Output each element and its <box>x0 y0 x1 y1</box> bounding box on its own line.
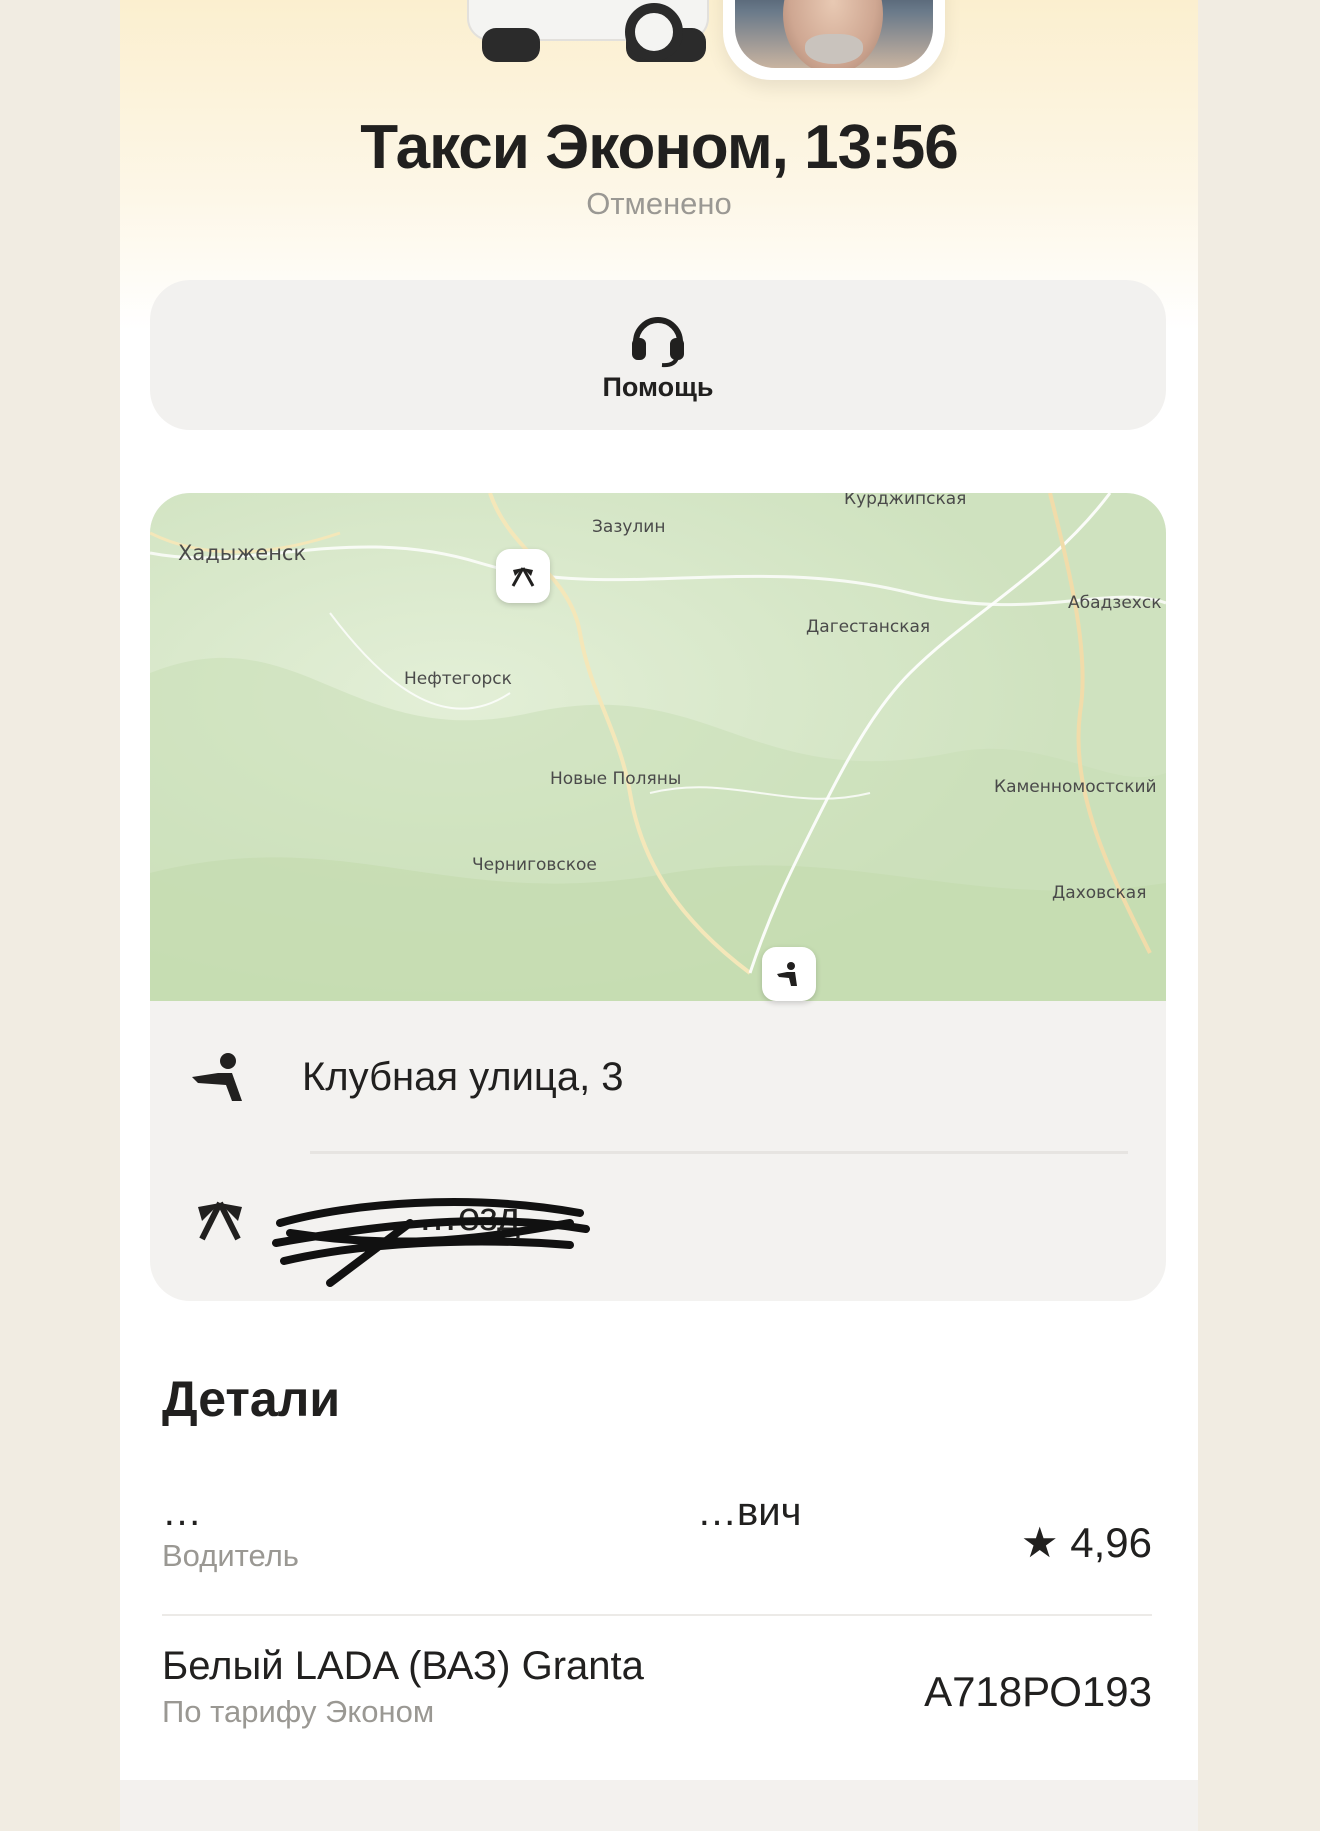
order-status: Отменено <box>586 186 732 221</box>
map-pin-pickup[interactable] <box>762 947 816 1001</box>
driver-avatar <box>723 0 945 80</box>
car-row[interactable]: Белый LADA (ВАЗ) Granta По тарифу Эконом… <box>162 1644 1152 1774</box>
map-label-kurdzhipskaya: Курджипская <box>844 493 967 509</box>
details-divider <box>162 1614 1152 1616</box>
order-title: Такси Эконом, 13:56 <box>360 113 958 182</box>
driver-name-redacted: … …вич <box>162 1490 862 1540</box>
finish-flags-icon <box>198 1201 242 1241</box>
car-illustration <box>467 0 709 62</box>
car-tariff: По тарифу Эконом <box>162 1694 435 1729</box>
redaction-scribble <box>272 1198 590 1287</box>
order-details-screen: Такси Эконом, 13:56 Отменено Помощь Курд… <box>120 0 1198 1780</box>
pickup-stop[interactable]: Клубная улица, 3 <box>150 1013 1166 1143</box>
map-label-zazulin: Зазулин <box>592 517 666 537</box>
pickup-address: Клубная улица, 3 <box>302 1055 624 1099</box>
driver-row[interactable]: … …вич Водитель ★ 4,96 <box>162 1490 1152 1630</box>
driver-beard <box>805 34 863 64</box>
driver-rating: ★ 4,96 <box>1020 1519 1152 1566</box>
map-label-dagestanskaya: Дагестанская <box>806 617 931 637</box>
car-plate: А718РО193 <box>924 1668 1152 1715</box>
map-label-kamennomostsky: Каменномостский <box>994 777 1157 797</box>
map-label-chernigovskoe: Черниговское <box>472 855 597 875</box>
route-card: Курджипская Хадыженск Зазулин Абадзехск … <box>150 493 1166 1301</box>
finish-flags-icon <box>511 567 535 587</box>
map-label-abadzekhsk: Абадзехск <box>1068 593 1162 613</box>
driver-photo <box>735 0 933 68</box>
pickup-person-icon <box>192 1053 242 1101</box>
details-heading: Детали <box>162 1371 341 1427</box>
route-map[interactable] <box>150 493 1166 1001</box>
map-pin-destination[interactable] <box>496 549 550 603</box>
map-label-novye-polyany: Новые Поляны <box>550 769 682 789</box>
driver-name-left: … <box>162 1490 202 1534</box>
driver-role: Водитель <box>162 1538 299 1573</box>
car-model: Белый LADA (ВАЗ) Granta <box>162 1644 644 1688</box>
headset-icon <box>632 317 684 368</box>
bottom-area <box>120 1780 1198 1831</box>
help-label: Помощь <box>602 372 714 402</box>
map-label-dakhovskaya: Даховская <box>1052 883 1147 903</box>
map-label-neftegorsk: Нефтегорск <box>404 669 512 689</box>
driver-name-right: …вич <box>697 1490 802 1534</box>
pickup-person-icon <box>777 962 797 986</box>
help-button[interactable]: Помощь <box>150 280 1166 430</box>
map-label-khadyzhensk: Хадыженск <box>178 541 307 565</box>
